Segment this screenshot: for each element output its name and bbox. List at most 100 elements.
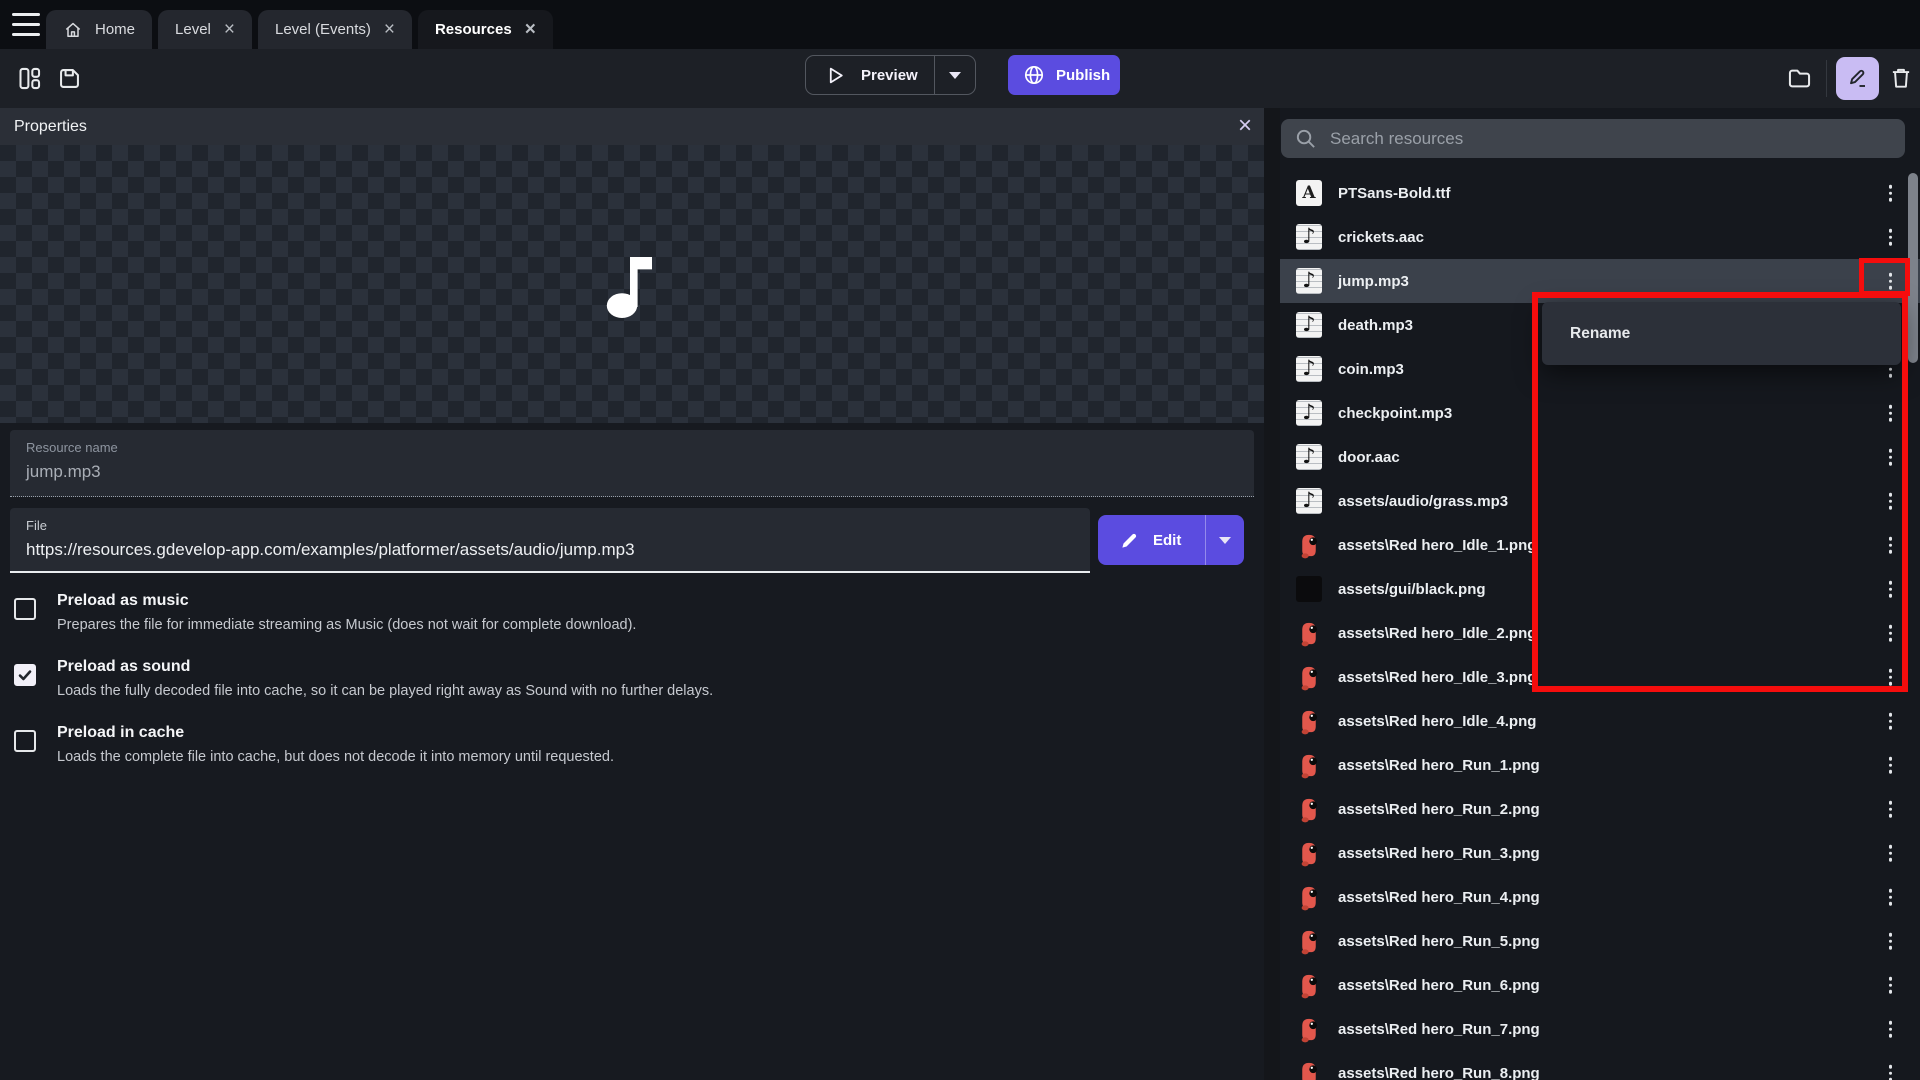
preview-dropdown-button[interactable] bbox=[935, 56, 975, 94]
tabs-container: Home Level × Level (Events) × Resources … bbox=[46, 10, 553, 49]
resource-list-item[interactable]: A ♪ jump.mp3 bbox=[1280, 259, 1920, 303]
audio-file-icon: ♪ bbox=[1296, 400, 1322, 426]
search-placeholder: Search resources bbox=[1330, 129, 1463, 149]
preload-option-label: Preload in cache bbox=[57, 722, 614, 743]
kebab-menu-icon[interactable] bbox=[1885, 1017, 1897, 1042]
publish-button[interactable]: Publish bbox=[1008, 55, 1120, 95]
layout-columns-icon[interactable] bbox=[16, 65, 43, 92]
pencil-icon bbox=[1120, 531, 1139, 550]
resource-list-item[interactable]: A ♪ assets\Red hero_Run_7.png bbox=[1280, 1007, 1920, 1051]
search-resources-input[interactable]: Search resources bbox=[1281, 119, 1905, 158]
kebab-menu-icon[interactable] bbox=[1885, 885, 1897, 910]
tab-resources[interactable]: Resources × bbox=[418, 10, 553, 49]
audio-file-icon: ♪ bbox=[1296, 268, 1322, 294]
kebab-menu-icon[interactable] bbox=[1885, 841, 1897, 866]
resource-list-item[interactable]: A ♪ assets\Red hero_Run_3.png bbox=[1280, 831, 1920, 875]
checkbox[interactable] bbox=[14, 730, 36, 752]
gdevelop-window: Home Level × Level (Events) × Resources … bbox=[0, 0, 1920, 1080]
resource-list-item[interactable]: A ♪ assets\Red hero_Idle_4.png bbox=[1280, 699, 1920, 743]
kebab-menu-icon[interactable] bbox=[1885, 709, 1897, 734]
resource-context-menu: Rename bbox=[1542, 302, 1901, 365]
resource-list-item[interactable]: A ♪ assets/gui/black.png bbox=[1280, 567, 1920, 611]
kebab-menu-icon[interactable] bbox=[1885, 929, 1897, 954]
kebab-menu-icon[interactable] bbox=[1885, 181, 1897, 206]
tab-close-icon[interactable]: × bbox=[384, 20, 395, 39]
kebab-menu-icon[interactable] bbox=[1885, 533, 1897, 558]
file-value: https://resources.gdevelop-app.com/examp… bbox=[26, 540, 1074, 560]
preview-button[interactable]: Preview bbox=[805, 55, 976, 95]
resource-name: assets\Red hero_Idle_4.png bbox=[1338, 713, 1536, 730]
trash-icon[interactable] bbox=[1888, 65, 1914, 91]
resource-list-item[interactable]: A ♪ assets\Red hero_Run_8.png bbox=[1280, 1051, 1920, 1080]
sprite-image-icon bbox=[1296, 752, 1322, 778]
audio-file-icon: ♪ bbox=[1296, 224, 1322, 250]
scrollbar-thumb[interactable] bbox=[1908, 173, 1918, 363]
tab-level[interactable]: Level × bbox=[158, 10, 252, 49]
preload-options: Preload as music Prepares the file for i… bbox=[14, 590, 1114, 788]
resource-preview-area bbox=[0, 145, 1264, 423]
sprite-image-icon bbox=[1296, 884, 1322, 910]
kebab-menu-icon[interactable] bbox=[1885, 621, 1897, 646]
resource-list-item[interactable]: A ♪ assets\Red hero_Idle_1.png bbox=[1280, 523, 1920, 567]
tab-close-icon[interactable]: × bbox=[224, 20, 235, 39]
resource-name: PTSans-Bold.ttf bbox=[1338, 185, 1451, 202]
sprite-image-icon bbox=[1296, 1016, 1322, 1042]
kebab-menu-icon[interactable] bbox=[1885, 753, 1897, 778]
resource-list-item[interactable]: A ♪ assets\Red hero_Run_5.png bbox=[1280, 919, 1920, 963]
close-icon[interactable]: × bbox=[1238, 110, 1252, 142]
preload-option-description: Loads the complete file into cache, but … bbox=[57, 749, 614, 765]
resource-type-icon: A ♪ bbox=[1296, 180, 1322, 206]
tab-level-events-[interactable]: Level (Events) × bbox=[258, 10, 412, 49]
preview-button-main[interactable]: Preview bbox=[806, 56, 934, 94]
sprite-image-icon bbox=[1296, 664, 1322, 690]
kebab-menu-icon[interactable] bbox=[1885, 401, 1897, 426]
resource-list-item[interactable]: A ♪ assets\Red hero_Run_1.png bbox=[1280, 743, 1920, 787]
resource-name: assets\Red hero_Run_8.png bbox=[1338, 1065, 1540, 1080]
edit-dropdown-button[interactable] bbox=[1206, 515, 1244, 565]
kebab-menu-icon[interactable] bbox=[1885, 973, 1897, 998]
kebab-menu-icon[interactable] bbox=[1885, 489, 1897, 514]
resource-list-item[interactable]: A ♪ assets\Red hero_Run_2.png bbox=[1280, 787, 1920, 831]
resource-list-item[interactable]: A ♪ checkpoint.mp3 bbox=[1280, 391, 1920, 435]
resource-name: assets/audio/grass.mp3 bbox=[1338, 493, 1508, 510]
preload-option-row: Preload as music Prepares the file for i… bbox=[14, 590, 1114, 633]
kebab-menu-icon[interactable] bbox=[1885, 225, 1897, 250]
kebab-menu-icon[interactable] bbox=[1885, 1061, 1897, 1080]
save-icon[interactable] bbox=[56, 65, 83, 92]
tab-home[interactable]: Home bbox=[46, 10, 152, 49]
hamburger-menu-icon[interactable] bbox=[12, 13, 40, 36]
edit-label: Edit bbox=[1153, 532, 1181, 549]
resource-name-field[interactable]: Resource name jump.mp3 bbox=[10, 430, 1254, 497]
resource-list-item[interactable]: A ♪ door.aac bbox=[1280, 435, 1920, 479]
resource-list-item[interactable]: A ♪ crickets.aac bbox=[1280, 215, 1920, 259]
kebab-menu-icon[interactable] bbox=[1885, 665, 1897, 690]
resource-type-icon: A ♪ bbox=[1296, 356, 1322, 382]
resource-list-item[interactable]: A ♪ assets\Red hero_Run_4.png bbox=[1280, 875, 1920, 919]
kebab-menu-icon[interactable] bbox=[1885, 445, 1897, 470]
resource-name: assets\Red hero_Idle_3.png bbox=[1338, 669, 1536, 686]
resource-type-icon: A ♪ bbox=[1296, 400, 1322, 426]
chevron-down-icon bbox=[1219, 537, 1231, 544]
resource-type-icon: A ♪ bbox=[1296, 532, 1322, 558]
resource-list-item[interactable]: A ♪ PTSans-Bold.ttf bbox=[1280, 171, 1920, 215]
globe-icon bbox=[1023, 64, 1045, 86]
tab-label: Resources bbox=[435, 21, 512, 38]
resource-list-item[interactable]: A ♪ assets/audio/grass.mp3 bbox=[1280, 479, 1920, 523]
resource-list-item[interactable]: A ♪ assets\Red hero_Run_6.png bbox=[1280, 963, 1920, 1007]
folder-icon[interactable] bbox=[1786, 65, 1813, 92]
context-menu-item[interactable]: Rename bbox=[1542, 312, 1901, 355]
kebab-menu-icon[interactable] bbox=[1885, 797, 1897, 822]
kebab-menu-icon[interactable] bbox=[1885, 269, 1897, 294]
file-field[interactable]: File https://resources.gdevelop-app.com/… bbox=[10, 508, 1090, 573]
edit-button-main[interactable]: Edit bbox=[1098, 515, 1205, 565]
tab-close-icon[interactable]: × bbox=[525, 20, 536, 39]
resource-list-item[interactable]: A ♪ assets\Red hero_Idle_3.png bbox=[1280, 655, 1920, 699]
checkbox[interactable] bbox=[14, 598, 36, 620]
resource-name: assets\Red hero_Run_7.png bbox=[1338, 1021, 1540, 1038]
edit-mode-button[interactable] bbox=[1836, 57, 1879, 100]
checkbox[interactable] bbox=[14, 664, 36, 686]
edit-button[interactable]: Edit bbox=[1098, 515, 1244, 565]
resource-list-item[interactable]: A ♪ assets\Red hero_Idle_2.png bbox=[1280, 611, 1920, 655]
preload-option-description: Prepares the file for immediate streamin… bbox=[57, 617, 636, 633]
kebab-menu-icon[interactable] bbox=[1885, 577, 1897, 602]
